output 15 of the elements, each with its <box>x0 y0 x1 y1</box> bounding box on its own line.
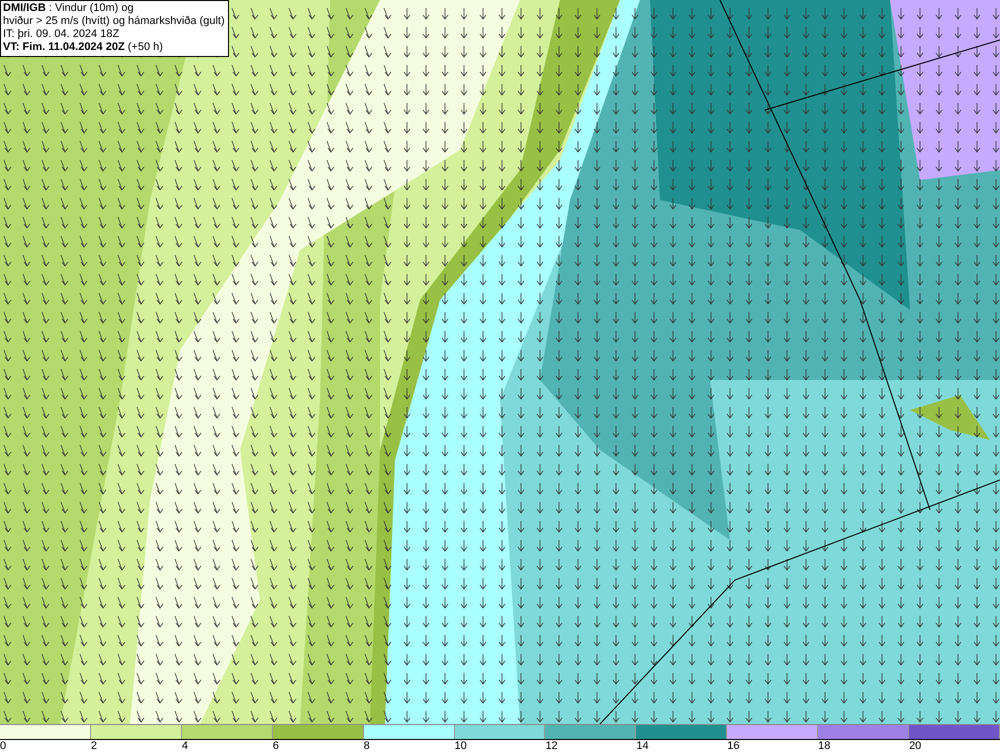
header-text: IT: þri. 09. 04. 2024 18Z <box>3 28 120 41</box>
scale-label: 20 <box>909 740 922 753</box>
scale-label: 18 <box>818 740 832 753</box>
header-text: VT: Fim. 11.04.2024 20Z (+50 h) <box>3 41 164 54</box>
scale-label: 2 <box>90 740 98 753</box>
scale-label: 8 <box>364 740 371 753</box>
scale-label: 0 <box>0 740 8 753</box>
scale-label: 10 <box>454 740 468 753</box>
header-text: hviður > 25 m/s (hvítt) og hámarkshviða (gult) <box>3 15 225 28</box>
scale-label: 4 <box>182 740 189 753</box>
scale-label: 16 <box>727 740 740 753</box>
header-text: DMI/IGB : Vindur (10m) og <box>3 2 135 15</box>
scale-label: 6 <box>272 740 280 753</box>
scale-label: 14 <box>636 740 650 753</box>
scale-label: 12 <box>545 740 559 753</box>
